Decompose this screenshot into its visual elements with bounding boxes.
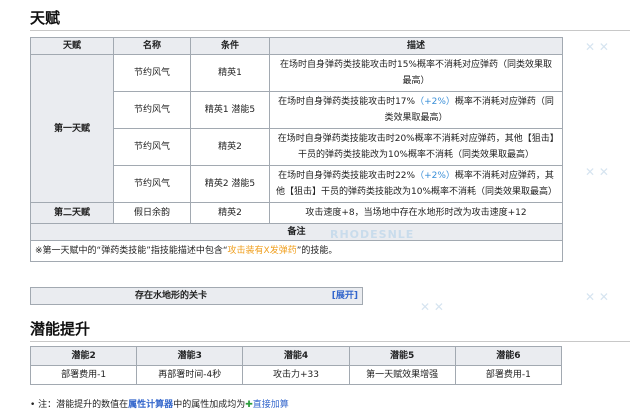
- footnote-text: • 注：潜能提升的数值在: [30, 400, 129, 410]
- footnote-text: 中的属性加成均为: [173, 400, 246, 410]
- note-row: ※第一天赋中的“弹药类技能”指技能描述中包含“攻击装有X发弹药”的技能。: [30, 240, 563, 262]
- potential-value: 第一天赋效果增强: [348, 365, 456, 385]
- talent-description: 在场时自身弹药类技能攻击时15%概率不消耗对应弹药（同类效果取最高）: [269, 54, 563, 92]
- note-highlight: 攻击装有X发弹药: [227, 246, 297, 256]
- desc-text: 在场时自身弹药类技能攻击时17%: [278, 97, 416, 107]
- col-header-talent: 天赋: [30, 37, 114, 55]
- col-header-potential-2: 潜能2: [29, 346, 138, 366]
- table-header-row: 潜能2 潜能3 潜能4 潜能5 潜能6: [29, 346, 563, 366]
- section-heading-potential: 潜能提升: [30, 320, 91, 338]
- talent-name: 节约风气: [113, 91, 191, 129]
- col-header-name: 名称: [113, 37, 191, 55]
- heading-divider: [30, 30, 630, 31]
- decor-icon: ✕ ✕: [585, 290, 609, 304]
- watermark: RHODESNLE: [330, 228, 415, 241]
- col-header-description: 描述: [269, 37, 563, 55]
- talent-condition: 精英1: [190, 54, 270, 92]
- talent-name: 节约风气: [113, 54, 191, 92]
- table-header-row: 天赋 名称 条件 描述: [30, 37, 563, 55]
- talent-name: 节约风气: [113, 165, 191, 203]
- note-text: ※第一天赋中的“弹药类技能”指技能描述中包含“攻击装有X发弹药”的技能。: [30, 240, 563, 262]
- collapsible-stages-water[interactable]: 存在水地形的关卡 [展开]: [30, 287, 363, 305]
- note-header-row: 备注: [30, 223, 563, 241]
- talent-description: 攻击速度+8，当场地中存在水地形时改为攻击速度+12: [269, 202, 563, 224]
- talent-condition: 精英2 潜能5: [190, 165, 270, 203]
- table-row: 第二天赋 假日余韵 精英2 攻击速度+8，当场地中存在水地形时改为攻击速度+12: [30, 202, 563, 224]
- talent-description: 在场时自身弹药类技能攻击时20%概率不消耗对应弹药，其他【狙击】干员的弹药类技能…: [269, 128, 563, 166]
- col-header-condition: 条件: [190, 37, 270, 55]
- plus-icon: ✚: [245, 400, 253, 410]
- desc-bonus: （+2%）: [415, 97, 455, 107]
- decor-icon: ✕ ✕: [420, 300, 444, 314]
- desc-bonus: （+2%）: [415, 171, 455, 181]
- expand-link[interactable]: [展开]: [332, 288, 358, 304]
- table-row: 部署费用-1 再部署时间-4秒 攻击力+33 第一天赋效果增强 部署费用-1: [29, 365, 563, 385]
- heading-divider: [30, 341, 630, 342]
- talent-name: 节约风气: [113, 128, 191, 166]
- potential-value: 部署费用-1: [454, 365, 563, 385]
- desc-text: 在场时自身弹药类技能攻击时22%: [278, 171, 416, 181]
- col-header-potential-4: 潜能4: [242, 346, 350, 366]
- talent-name: 假日余韵: [113, 202, 191, 224]
- potential-value: 攻击力+33: [242, 365, 350, 385]
- col-header-potential-6: 潜能6: [454, 346, 563, 366]
- note-text-part: ※第一天赋中的“弹药类技能”指技能描述中包含“: [35, 246, 228, 256]
- talent-condition: 精英1 潜能5: [190, 91, 270, 129]
- potential-table: 潜能2 潜能3 潜能4 潜能5 潜能6 部署费用-1 再部署时间-4秒 攻击力+…: [29, 346, 563, 385]
- talent-description: 在场时自身弹药类技能攻击时22%（+2%）概率不消耗对应弹药，其他【狙击】干员的…: [269, 165, 563, 203]
- talent-condition: 精英2: [190, 128, 270, 166]
- calculator-link[interactable]: 属性计算器: [128, 400, 173, 410]
- col-header-potential-5: 潜能5: [348, 346, 456, 366]
- potential-footnote: • 注：潜能提升的数值在属性计算器中的属性加成均为✚直接加算: [30, 397, 289, 410]
- col-header-potential-3: 潜能3: [136, 346, 244, 366]
- talent-description: 在场时自身弹药类技能攻击时17%（+2%）概率不消耗对应弹药（同类效果取最高）: [269, 91, 563, 129]
- note-text-part: ”的技能。: [296, 246, 338, 256]
- talent-group-2: 第二天赋: [30, 202, 114, 224]
- potential-value: 再部署时间-4秒: [136, 365, 244, 385]
- section-heading-talent: 天赋: [30, 9, 61, 27]
- talent-table: 天赋 名称 条件 描述 第一天赋 节约风气 精英1 在场时自身弹药类技能攻击时1…: [30, 37, 563, 262]
- collapsible-title: 存在水地形的关卡: [134, 291, 207, 301]
- table-row: 第一天赋 节约风气 精英1 在场时自身弹药类技能攻击时15%概率不消耗对应弹药（…: [30, 54, 563, 203]
- potential-value: 部署费用-1: [29, 365, 138, 385]
- talent-condition: 精英2: [190, 202, 270, 224]
- decor-icon: ✕ ✕: [585, 165, 609, 179]
- direct-add-link[interactable]: 直接加算: [253, 400, 289, 410]
- decor-icon: ✕ ✕: [585, 40, 609, 54]
- talent-group-1: 第一天赋: [30, 54, 114, 203]
- note-header: 备注: [30, 223, 563, 241]
